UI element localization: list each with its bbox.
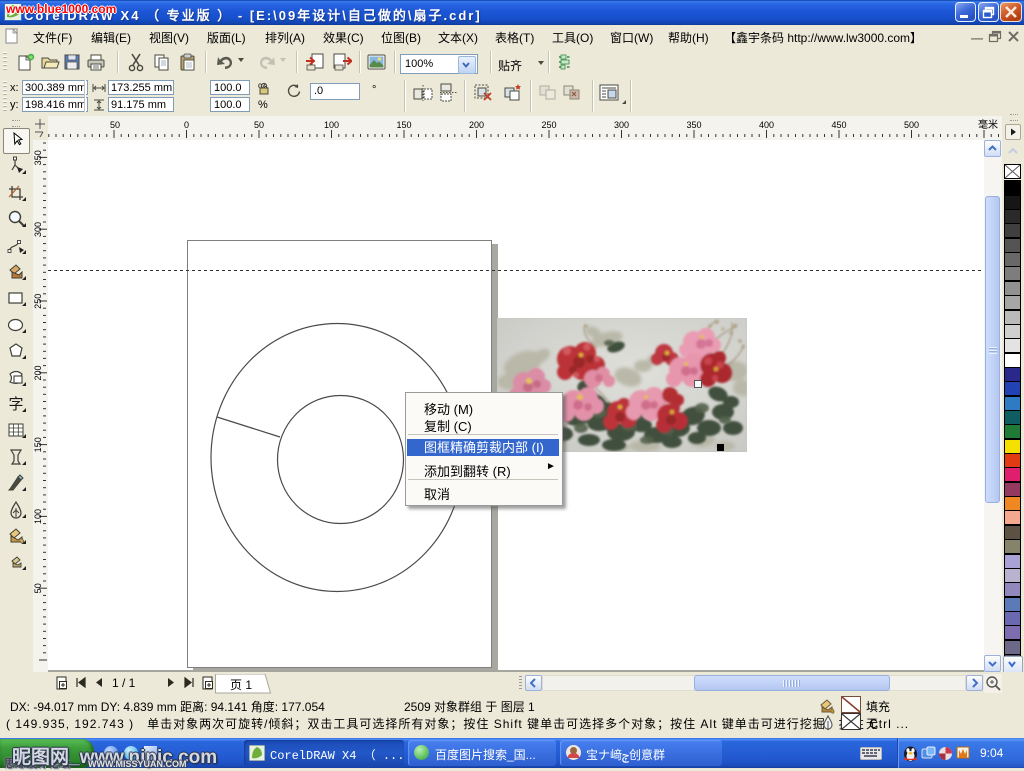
svg-text:300: 300 (33, 222, 43, 237)
svg-text:150: 150 (396, 120, 411, 130)
svg-text:250: 250 (33, 294, 43, 309)
svg-text:100: 100 (324, 120, 339, 130)
svg-text:100: 100 (33, 509, 43, 524)
svg-text:50: 50 (110, 120, 120, 130)
svg-text:450: 450 (831, 120, 846, 130)
svg-text:500: 500 (904, 120, 919, 130)
svg-text:200: 200 (469, 120, 484, 130)
svg-text:300: 300 (614, 120, 629, 130)
svg-text:0: 0 (184, 120, 189, 130)
svg-text:50: 50 (33, 583, 43, 593)
svg-text:350: 350 (33, 150, 43, 165)
svg-text:200: 200 (33, 365, 43, 380)
svg-text:350: 350 (686, 120, 701, 130)
svg-text:50: 50 (254, 120, 264, 130)
svg-text:250: 250 (541, 120, 556, 130)
svg-text:毫米: 毫米 (978, 118, 998, 131)
svg-text:400: 400 (759, 120, 774, 130)
svg-text:150: 150 (33, 437, 43, 452)
